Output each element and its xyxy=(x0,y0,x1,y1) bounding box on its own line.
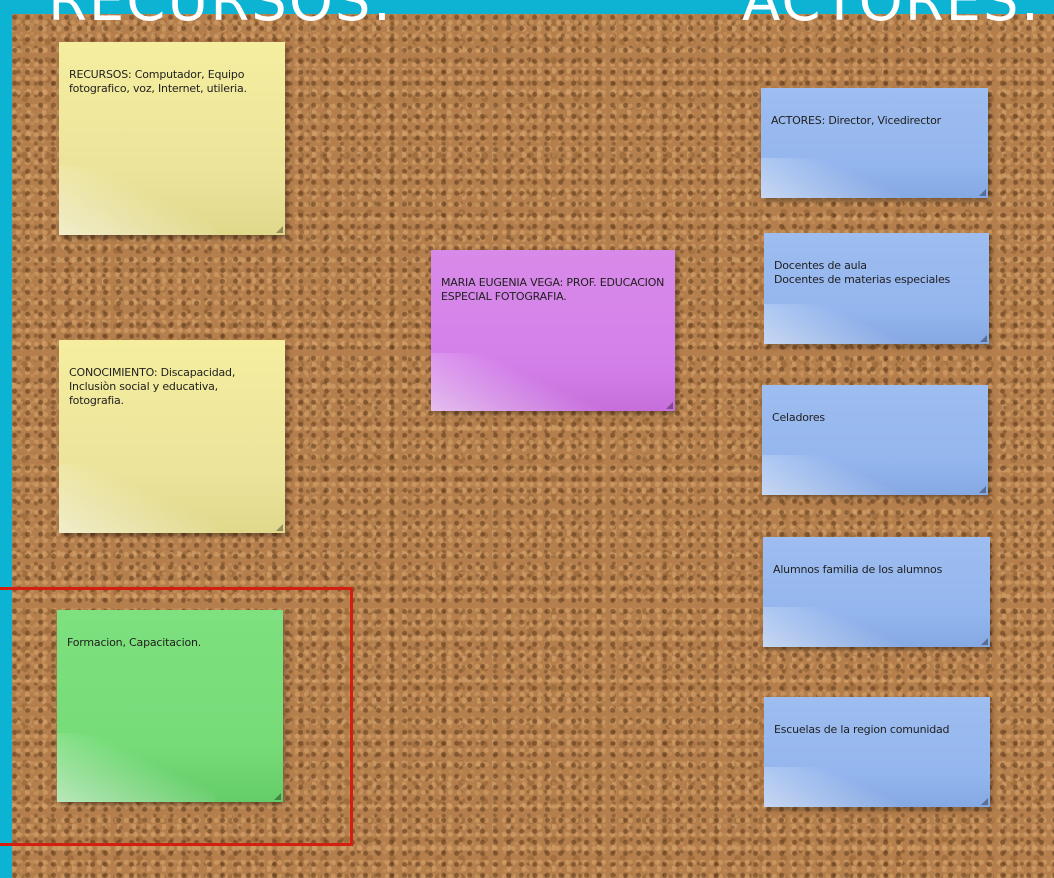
resize-grip-icon[interactable] xyxy=(981,638,988,645)
resize-grip-icon[interactable] xyxy=(981,798,988,805)
sticky-note-escuelas[interactable]: Escuelas de la region comunidad xyxy=(764,697,990,807)
selection-highlight-box xyxy=(0,587,353,846)
note-text: CONOCIMIENTO: Discapacidad, Inclusiòn so… xyxy=(69,366,236,407)
sticky-note-docentes[interactable]: Docentes de aula Docentes de materias es… xyxy=(764,233,989,344)
heading-recursos: RECURSOS: xyxy=(48,0,394,34)
resize-grip-icon[interactable] xyxy=(979,189,986,196)
heading-actores: ACTORES: xyxy=(742,0,1042,34)
sticky-note-actores[interactable]: ACTORES: Director, Vicedirector xyxy=(761,88,988,198)
note-text: Escuelas de la region comunidad xyxy=(774,723,950,736)
resize-grip-icon[interactable] xyxy=(276,524,283,531)
resize-grip-icon[interactable] xyxy=(979,486,986,493)
sticky-note-conocimiento[interactable]: CONOCIMIENTO: Discapacidad, Inclusiòn so… xyxy=(59,340,285,533)
sticky-note-celadores[interactable]: Celadores xyxy=(762,385,988,495)
resize-grip-icon[interactable] xyxy=(980,335,987,342)
resize-grip-icon[interactable] xyxy=(276,226,283,233)
note-text: Docentes de aula Docentes de materias es… xyxy=(774,259,951,286)
note-text: RECURSOS: Computador, Equipo fotografico… xyxy=(69,68,247,95)
note-text: ACTORES: Director, Vicedirector xyxy=(771,114,942,127)
note-text: MARIA EUGENIA VEGA: PROF. EDUCACION ESPE… xyxy=(441,276,665,303)
sticky-note-center[interactable]: MARIA EUGENIA VEGA: PROF. EDUCACION ESPE… xyxy=(431,250,675,412)
note-text: Alumnos familia de los alumnos xyxy=(773,563,943,576)
sticky-note-recursos[interactable]: RECURSOS: Computador, Equipo fotografico… xyxy=(59,42,285,235)
sticky-note-alumnos[interactable]: Alumnos familia de los alumnos xyxy=(763,537,990,647)
note-text: Celadores xyxy=(772,411,825,424)
resize-grip-icon[interactable] xyxy=(666,402,673,409)
